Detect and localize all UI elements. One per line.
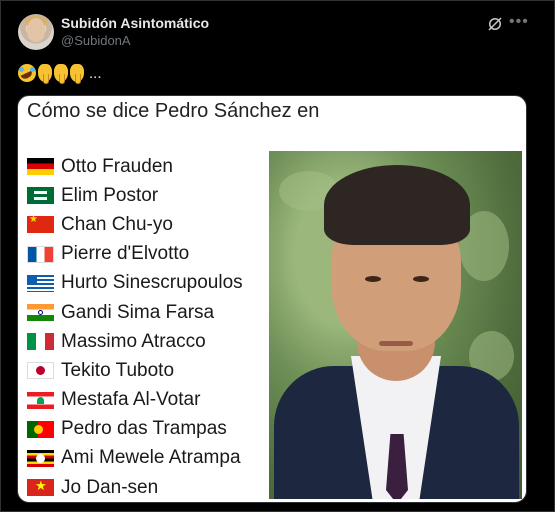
india-flag-icon <box>27 304 54 322</box>
name-list: Otto Frauden Elim Postor Chan Chu-yo Pie… <box>27 152 243 502</box>
portrait-photo <box>269 151 522 499</box>
portrait-hair <box>324 165 470 245</box>
pointing-down-emoji-icon <box>54 64 68 84</box>
portrait-mouth <box>379 341 413 346</box>
france-flag-icon <box>27 245 54 263</box>
italy-flag-icon <box>27 333 54 351</box>
grok-icon[interactable] <box>486 15 504 33</box>
list-item: Tekito Tuboto <box>27 356 243 385</box>
author-handle[interactable]: @SubidonA <box>61 33 131 48</box>
portrait-eye <box>365 276 381 282</box>
list-item: Pedro das Trampas <box>27 415 243 444</box>
china-flag-icon <box>27 214 54 234</box>
portugal-flag-icon <box>27 420 54 438</box>
avatar-face <box>27 18 45 42</box>
more-icon[interactable]: ••• <box>509 13 529 33</box>
japan-flag-icon <box>27 362 54 380</box>
list-item-text: Jo Dan-sen <box>61 476 159 498</box>
vietnam-flag-icon <box>27 478 54 497</box>
portrait-eye <box>413 276 429 282</box>
list-item-text: Pierre d'Elvotto <box>61 243 190 265</box>
list-item-text: Ami Mewele Atrampa <box>61 447 241 469</box>
list-item: Hurto Sinescrupoulos <box>27 269 243 298</box>
list-item-text: Mestafa Al-Votar <box>61 389 201 411</box>
meme-image[interactable]: Cómo se dice Pedro Sánchez en Otto Fraud… <box>17 95 527 503</box>
uganda-flag-icon <box>27 449 54 467</box>
greece-flag-icon <box>27 274 54 292</box>
list-item: Mestafa Al-Votar <box>27 386 243 415</box>
author-display-name[interactable]: Subidón Asintomático <box>61 15 209 31</box>
list-item: Elim Postor <box>27 181 243 210</box>
tweet-trailing-text: ... <box>89 64 102 82</box>
list-item-text: Elim Postor <box>61 184 159 206</box>
list-item: Gandi Sima Farsa <box>27 298 243 327</box>
list-item: Otto Frauden <box>27 152 243 181</box>
list-item-text: Otto Frauden <box>61 155 173 177</box>
list-item: Massimo Atracco <box>27 327 243 356</box>
list-item-text: Tekito Tuboto <box>61 359 175 381</box>
meme-title: Cómo se dice Pedro Sánchez en <box>27 100 320 122</box>
list-item-text: Hurto Sinescrupoulos <box>61 272 243 294</box>
list-item-text: Gandi Sima Farsa <box>61 301 215 323</box>
germany-flag-icon <box>27 158 54 176</box>
list-item: Pierre d'Elvotto <box>27 240 243 269</box>
list-item-text: Pedro das Trampas <box>61 418 227 440</box>
list-item: Jo Dan-sen <box>27 473 243 502</box>
avatar[interactable] <box>18 14 54 50</box>
list-item-text: Massimo Atracco <box>61 330 206 352</box>
pointing-down-emoji-icon <box>70 64 84 84</box>
tweet-text: ... <box>18 64 102 84</box>
lebanon-flag-icon <box>27 391 54 409</box>
list-item-text: Chan Chu-yo <box>61 213 173 235</box>
pointing-down-emoji-icon <box>38 64 52 84</box>
rolling-laughing-emoji-icon <box>18 64 36 82</box>
list-item: Ami Mewele Atrampa <box>27 444 243 473</box>
list-item: Chan Chu-yo <box>27 210 243 239</box>
saudi-arabia-flag-icon <box>27 187 54 205</box>
